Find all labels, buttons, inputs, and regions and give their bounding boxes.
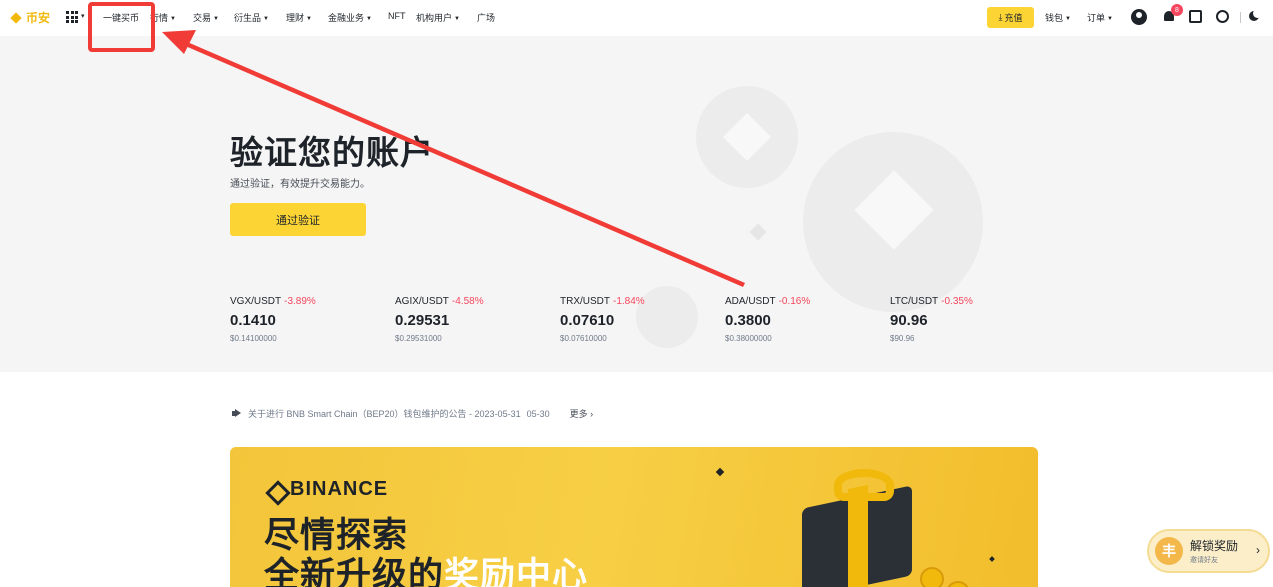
ticker-price: 0.07610 — [560, 312, 615, 329]
ticker-pair: ADA/USDT -0.16% — [725, 296, 811, 307]
more-link[interactable]: 更多 › — [570, 407, 594, 420]
nav-institutional[interactable]: 机构用户 ▼ — [416, 11, 460, 24]
ticker-change: -0.35% — [941, 296, 973, 307]
ticker-item[interactable]: AGIX/USDT -4.58% 0.29531 $0.29531000 — [395, 296, 545, 343]
chevron-right-icon: › — [590, 409, 594, 419]
ticker-usd-value: $0.07610000 — [560, 334, 607, 343]
globe-icon[interactable] — [1216, 10, 1229, 23]
ticker-price: 0.1410 — [230, 312, 276, 329]
ticker-pair: AGIX/USDT -4.58% — [395, 296, 484, 307]
page-title: 验证您的账户 — [230, 134, 434, 171]
reward-subtitle: 邀请好友 — [1190, 557, 1218, 564]
ticker-change: -3.89% — [284, 296, 316, 307]
nav-earn[interactable]: 理财 ▼ — [286, 11, 312, 24]
deposit-button[interactable]: ⤓ 充值 — [987, 7, 1034, 28]
theme-toggle-icon[interactable] — [1249, 9, 1262, 21]
sparkle-icon — [989, 556, 995, 562]
hero-subtitle: 通过验证，有效提升交易能力。 — [230, 179, 370, 190]
ticker-change: -1.84% — [613, 296, 645, 307]
ticker-item[interactable]: LTC/USDT -0.35% 90.96 $90.96 — [890, 296, 1040, 343]
binance-logo-icon — [9, 11, 23, 25]
ticker-price: 0.29531 — [395, 312, 450, 329]
chevron-down-icon: ▾ — [81, 13, 85, 20]
unlock-rewards-widget[interactable]: 丰 解锁奖励 邀请好友 › — [1147, 529, 1270, 573]
banner-brand: BINANCE — [290, 478, 389, 500]
binance-logo[interactable]: 币安 — [9, 9, 50, 26]
ticker-usd-value: $0.14100000 — [230, 334, 277, 343]
nav-nft[interactable]: NFT — [388, 11, 406, 21]
ticker-pair: VGX/USDT -3.89% — [230, 296, 316, 307]
ticker-usd-value: $0.29531000 — [395, 334, 442, 343]
nav-derivatives[interactable]: 衍生品 ▼ — [234, 11, 269, 24]
ticker-price: 90.96 — [890, 312, 928, 329]
nav-trade[interactable]: 交易 ▼ — [193, 11, 219, 24]
sparkle-icon — [715, 467, 725, 477]
ticker-pair: TRX/USDT -1.84% — [560, 296, 645, 307]
gift-bow — [834, 469, 894, 501]
ticker-change: -4.58% — [451, 296, 484, 307]
banner-subheadline: 全新升级的奖励中心 — [264, 556, 589, 587]
announcement-text[interactable]: 关于进行 BNB Smart Chain（BEP20）钱包维护的公告 - 202… — [248, 407, 521, 420]
download-icon: ⤓ — [998, 12, 1003, 22]
announcement-date: 05-30 — [526, 408, 550, 419]
hero-section: 验证您的账户 通过验证，有效提升交易能力。 通过验证 VGX/USDT -3.89… — [0, 36, 1273, 372]
ticker-usd-value: $0.38000000 — [725, 334, 772, 343]
chevron-right-icon: › — [1256, 543, 1260, 557]
ticker-change: -0.16% — [778, 296, 811, 307]
nav-divider — [1240, 12, 1241, 23]
content-section: 关于进行 BNB Smart Chain（BEP20）钱包维护的公告 - 202… — [0, 372, 1273, 587]
verify-button[interactable]: 通过验证 — [230, 203, 366, 236]
decorative-diamond — [749, 223, 767, 241]
announcement-bar[interactable]: 关于进行 BNB Smart Chain（BEP20）钱包维护的公告 - 202… — [232, 407, 593, 420]
reward-icon: 丰 — [1155, 537, 1183, 565]
deposit-label: 充值 — [1004, 13, 1023, 23]
coin-illustration — [920, 567, 944, 587]
reward-title: 解锁奖励 — [1190, 539, 1239, 553]
notification-badge: 8 — [1171, 4, 1183, 16]
ticker-price: 0.3800 — [725, 312, 771, 329]
download-app-icon[interactable] — [1189, 10, 1202, 23]
binance-banner-logo: BINANCE — [266, 478, 388, 501]
ticker-item[interactable]: VGX/USDT -3.89% 0.1410 $0.14100000 — [230, 296, 380, 343]
annotation-highlight-box — [88, 2, 155, 52]
ticker-item[interactable]: ADA/USDT -0.16% 0.3800 $0.38000000 — [725, 296, 875, 343]
binance-logo-icon — [266, 481, 284, 499]
ticker-pair: LTC/USDT -0.35% — [890, 296, 973, 307]
nav-square[interactable]: 广场 — [477, 11, 495, 24]
logo-text: 币安 — [26, 11, 51, 25]
orders-menu[interactable]: 订单 ▼ — [1087, 11, 1113, 24]
ticker-item[interactable]: TRX/USDT -1.84% 0.07610 $0.07610000 — [560, 296, 710, 343]
promo-banner[interactable]: BINANCE 尽情探索 全新升级的奖励中心 — [230, 447, 1038, 587]
apps-grid-icon[interactable] — [66, 11, 78, 23]
top-nav: 币安 ▾ 一键买币 行情 ▼ 交易 ▼ 衍生品 ▼ 理财 ▼ 金融业务 ▼ NFT 机构用… — [0, 0, 1273, 36]
ticker-usd-value: $90.96 — [890, 334, 915, 343]
coin-illustration — [946, 581, 970, 587]
wallet-menu[interactable]: 钱包 ▼ — [1045, 11, 1071, 24]
nav-finance[interactable]: 金融业务 ▼ — [328, 11, 372, 24]
megaphone-icon — [232, 409, 242, 418]
user-profile-icon[interactable] — [1131, 9, 1147, 25]
